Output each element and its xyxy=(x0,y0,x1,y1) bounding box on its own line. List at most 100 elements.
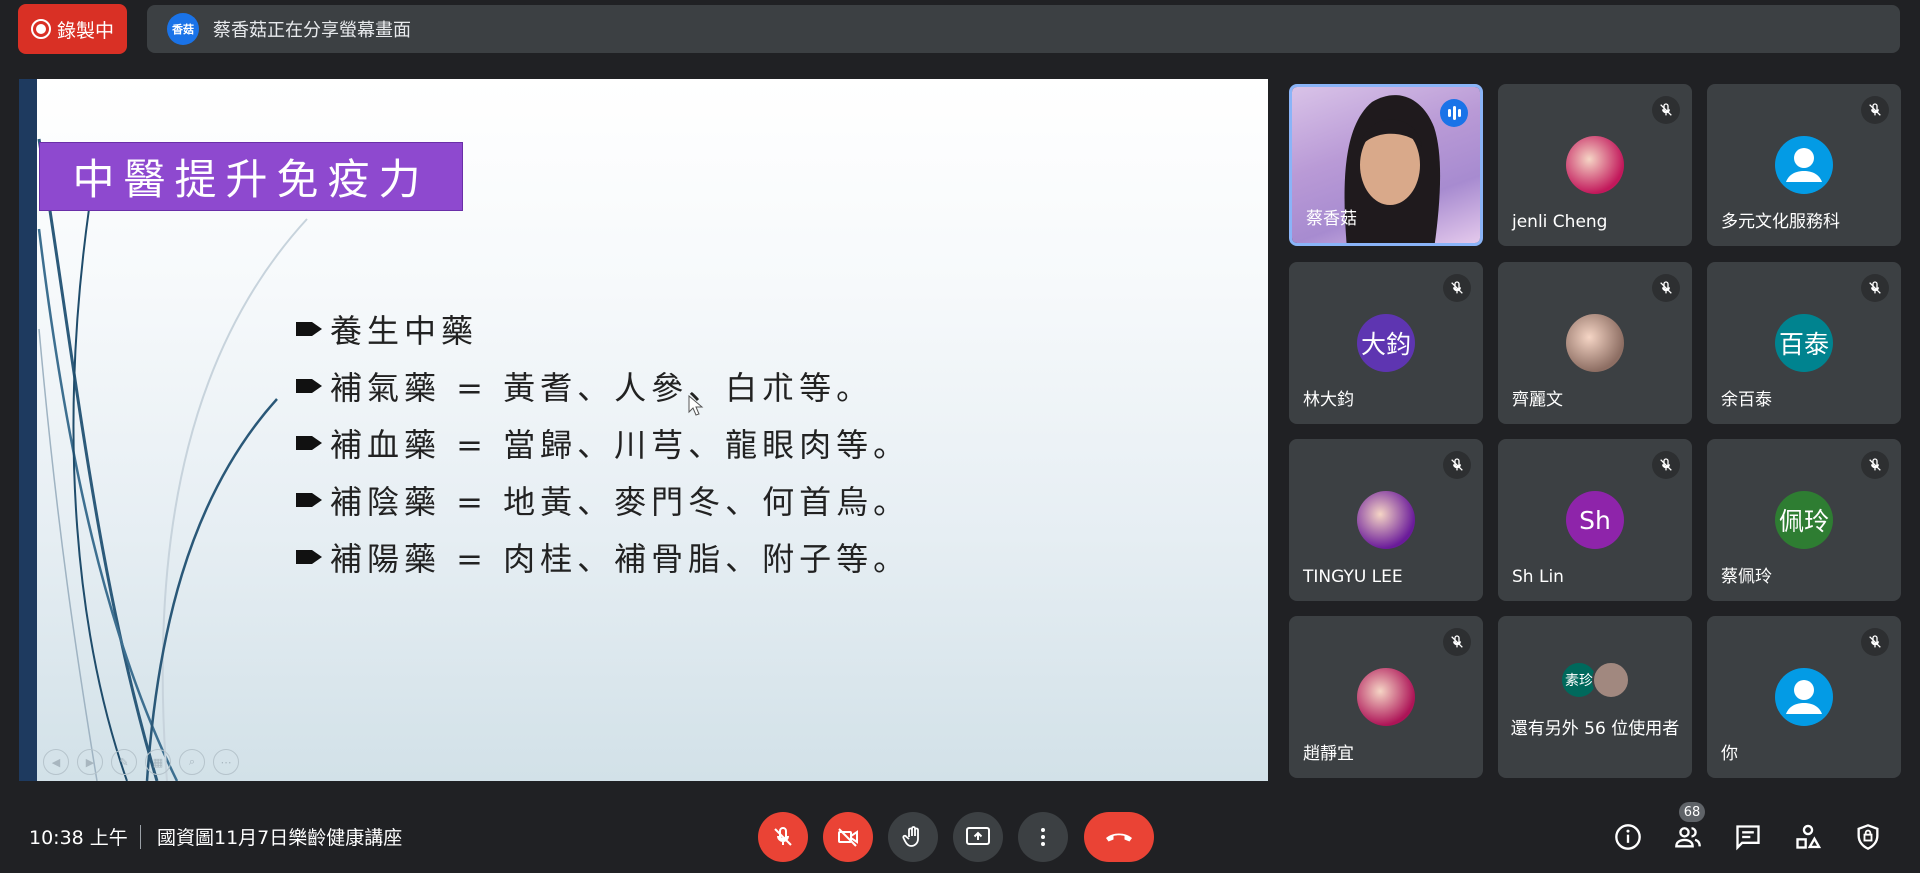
zoom-icon[interactable]: ⌕ xyxy=(179,749,205,775)
raise-hand-button[interactable] xyxy=(888,812,938,862)
slide-controls: ◀ ▶ ✎ ▦ ⌕ ⋯ xyxy=(43,749,239,775)
mic-off-icon xyxy=(1869,103,1881,116)
participant-avatar: 佩玲 xyxy=(1775,491,1833,549)
meeting-info-button[interactable] xyxy=(1610,819,1646,855)
bullet-text: 補血藥 = 當歸、川芎、龍眼肉等。 xyxy=(330,425,911,464)
meeting-title: 國資圖11月7日樂齡健康講座 xyxy=(157,827,403,849)
avatar-initials: 百泰 xyxy=(1778,330,1829,359)
default-avatar-icon xyxy=(1786,148,1822,182)
end-call-button[interactable] xyxy=(1084,812,1154,862)
muted-indicator xyxy=(1861,628,1889,656)
participant-name: 趙靜宜 xyxy=(1303,744,1354,764)
more-participants-avatars: 素珍 xyxy=(1560,661,1630,699)
participant-name: 齊麗文 xyxy=(1512,390,1563,410)
mic-off-icon xyxy=(1660,281,1672,294)
participant-tile[interactable]: 大鈞林大鈞 xyxy=(1289,262,1483,424)
pen-icon[interactable]: ✎ xyxy=(111,749,137,775)
avatar-initials: Sh xyxy=(1579,505,1611,535)
activities-icon xyxy=(1796,824,1822,849)
muted-indicator xyxy=(1861,96,1889,124)
participant-avatar xyxy=(1775,668,1833,726)
participant-tile[interactable]: 素珍還有另外 56 位使用者 xyxy=(1498,616,1692,778)
muted-indicator xyxy=(1443,628,1471,656)
mic-off-icon xyxy=(1869,458,1881,471)
raise-hand-icon xyxy=(902,826,919,847)
camera-off-icon xyxy=(838,828,858,847)
muted-indicator xyxy=(1652,451,1680,479)
end-call-icon xyxy=(1106,833,1132,842)
participant-tile[interactable]: Sh Sh Lin xyxy=(1498,439,1692,601)
bullet-item: 補陽藥 = 肉桂、補骨脂、附子等。 xyxy=(294,528,910,585)
activities-button[interactable] xyxy=(1790,819,1826,855)
screen-share-text: 蔡香菇正在分享螢幕畫面 xyxy=(213,20,411,41)
more-options-icon[interactable]: ⋯ xyxy=(213,749,239,775)
slide: 中醫提升免疫力 養生中藥 補氣藥 = 黃耆、人參、白朮等。 補血藥 = 當歸、川… xyxy=(37,79,1268,781)
mouse-cursor-icon xyxy=(688,395,704,416)
speaking-indicator-icon xyxy=(1440,99,1468,127)
participant-tile[interactable]: TINGYU LEE xyxy=(1289,439,1483,601)
present-screen-button[interactable] xyxy=(953,812,1003,862)
clock: 10:38 上午 xyxy=(29,827,128,849)
camera-toggle-button[interactable] xyxy=(823,812,873,862)
bullet-arrow-icon xyxy=(296,435,322,450)
participant-avatar: Sh xyxy=(1566,491,1624,549)
participant-tile[interactable]: 百泰余百泰 xyxy=(1707,262,1901,424)
slides-icon[interactable]: ▦ xyxy=(145,749,171,775)
muted-indicator xyxy=(1861,451,1889,479)
info-icon xyxy=(1615,824,1641,850)
participant-tile[interactable]: 多元文化服務科 xyxy=(1707,84,1901,246)
next-slide-icon[interactable]: ▶ xyxy=(77,749,103,775)
bullet-text: 補陽藥 = 肉桂、補骨脂、附子等。 xyxy=(330,539,911,578)
participant-name: 多元文化服務科 xyxy=(1721,212,1840,232)
more-vert-icon xyxy=(1041,828,1045,846)
participant-tile[interactable]: 齊麗文 xyxy=(1498,262,1692,424)
participant-tile[interactable]: jenli Cheng xyxy=(1498,84,1692,246)
participant-name: 你 xyxy=(1721,744,1738,764)
participant-tile[interactable]: 蔡香菇 xyxy=(1289,84,1483,246)
mic-off-icon xyxy=(1869,635,1881,648)
slide-bullets: 養生中藥 補氣藥 = 黃耆、人參、白朮等。 補血藥 = 當歸、川芎、龍眼肉等。 … xyxy=(294,300,910,585)
bullet-item: 補血藥 = 當歸、川芎、龍眼肉等。 xyxy=(294,414,910,471)
prev-slide-icon[interactable]: ◀ xyxy=(43,749,69,775)
participant-name: 林大鈞 xyxy=(1303,390,1354,410)
bullet-text: 養生中藥 xyxy=(330,311,479,350)
participant-avatar: 百泰 xyxy=(1775,314,1833,372)
participant-avatar: 大鈞 xyxy=(1357,314,1415,372)
host-controls-button[interactable] xyxy=(1850,819,1886,855)
participant-tile[interactable]: 你 xyxy=(1707,616,1901,778)
bullet-arrow-icon xyxy=(296,549,322,564)
participant-tile[interactable]: 佩玲 蔡佩玲 xyxy=(1707,439,1901,601)
mic-off-icon xyxy=(1869,281,1881,294)
participant-name: 余百泰 xyxy=(1721,390,1772,410)
presenter-avatar: 香菇 xyxy=(167,13,199,45)
mic-off-icon xyxy=(1451,281,1463,294)
avatar-initials: 大鈞 xyxy=(1360,330,1411,359)
participant-name: 蔡香菇 xyxy=(1306,209,1357,229)
bullet-text: 補陰藥 = 地黃、麥門冬、何首烏。 xyxy=(330,482,911,521)
muted-indicator xyxy=(1652,96,1680,124)
default-avatar-icon xyxy=(1786,680,1822,714)
participant-avatar xyxy=(1566,136,1624,194)
muted-indicator xyxy=(1443,274,1471,302)
participant-tile[interactable]: 趙靜宜 xyxy=(1289,616,1483,778)
mini-avatar-photo xyxy=(1592,661,1630,699)
people-count-badge: 68 xyxy=(1679,802,1705,822)
participant-avatar xyxy=(1357,668,1415,726)
chat-button[interactable] xyxy=(1730,819,1766,855)
muted-indicator xyxy=(1443,451,1471,479)
avatar-initials: 佩玲 xyxy=(1778,507,1829,536)
recording-label: 錄製中 xyxy=(56,19,114,42)
participant-name: Sh Lin xyxy=(1512,567,1564,587)
people-button[interactable] xyxy=(1670,819,1706,855)
more-participants-text: 還有另外 56 位使用者 xyxy=(1510,719,1680,739)
mic-off-icon xyxy=(1451,458,1463,471)
participant-avatar xyxy=(1775,136,1833,194)
bullet-arrow-icon xyxy=(296,378,322,393)
slide-title-box: 中醫提升免疫力 xyxy=(39,142,463,211)
divider xyxy=(140,825,141,849)
mic-toggle-button[interactable] xyxy=(758,812,808,862)
slide-title: 中醫提升免疫力 xyxy=(72,155,430,204)
presentation-area: 中醫提升免疫力 養生中藥 補氣藥 = 黃耆、人參、白朮等。 補血藥 = 當歸、川… xyxy=(19,79,1268,781)
more-options-button[interactable] xyxy=(1018,812,1068,862)
recording-badge[interactable]: 錄製中 xyxy=(18,4,127,54)
